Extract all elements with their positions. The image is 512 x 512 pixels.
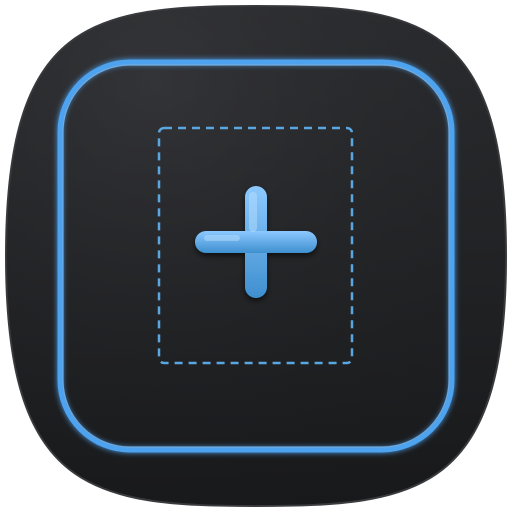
app-icon-graphic [4,4,508,508]
app-icon[interactable] [0,0,512,512]
